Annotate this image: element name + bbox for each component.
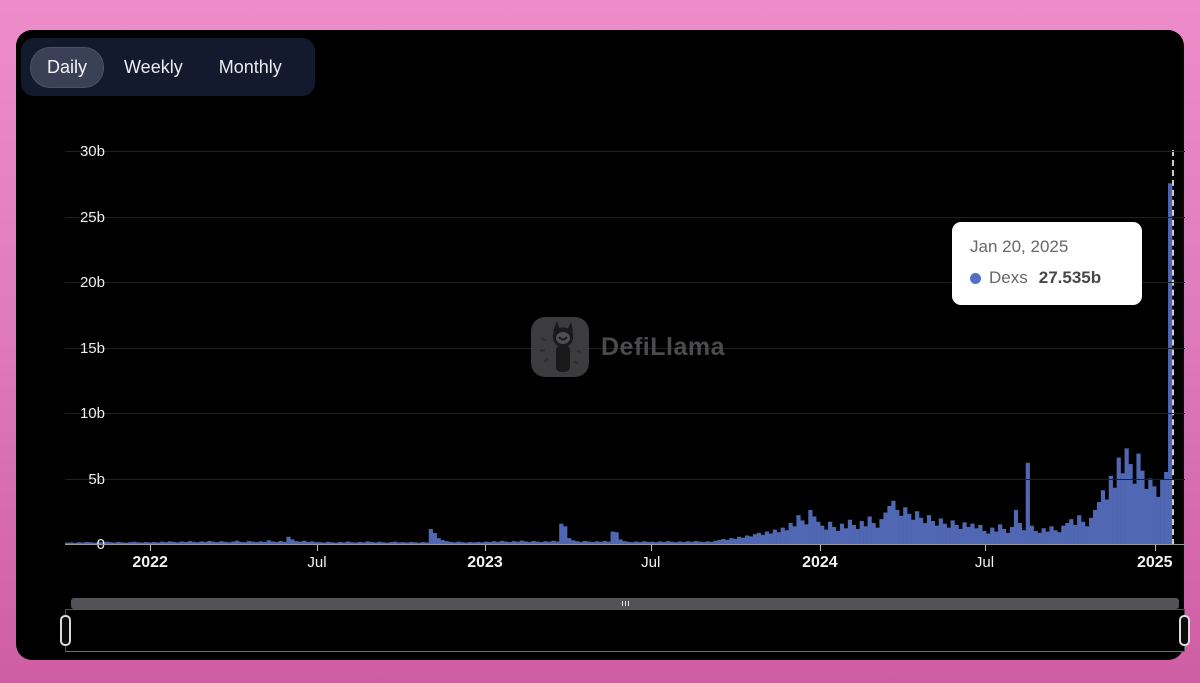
x-axis-tick — [317, 545, 318, 551]
plot-area[interactable]: 30b25b20b15b10b5b0 — [65, 151, 1185, 544]
y-axis-label: 10b — [35, 405, 105, 422]
x-axis-tick — [820, 545, 821, 551]
datazoom-scrollbar[interactable] — [71, 598, 1179, 609]
x-axis-tick — [1155, 545, 1156, 551]
y-axis-label: 30b — [35, 143, 105, 160]
dexs-volume-chart[interactable]: 30b25b20b15b10b5b0 2022 Jul 2023 Jul 2024 Jul… — [16, 30, 1184, 660]
x-axis-label: Jul — [641, 554, 660, 571]
tooltip-date: Jan 20, 2025 — [970, 237, 1124, 257]
x-axis-tick — [985, 545, 986, 551]
x-axis-label: 2024 — [802, 554, 838, 572]
gridline — [65, 479, 1185, 480]
x-axis-line — [65, 544, 1185, 545]
x-axis-label: 2022 — [132, 554, 168, 572]
y-axis-label: 20b — [35, 274, 105, 291]
chart-tooltip: Jan 20, 2025 Dexs 27.535b — [952, 222, 1142, 305]
x-axis-label: Jul — [975, 554, 994, 571]
y-axis-label: 15b — [35, 340, 105, 357]
y-axis-label: 25b — [35, 209, 105, 226]
datazoom-window[interactable] — [65, 609, 1185, 652]
x-axis-tick — [485, 545, 486, 551]
datazoom-left-handle[interactable] — [60, 615, 71, 646]
x-axis-label: 2025 — [1137, 554, 1173, 572]
x-axis-label: Jul — [307, 554, 326, 571]
gridline — [65, 151, 1185, 152]
grip-icon — [622, 601, 623, 606]
gridline — [65, 217, 1185, 218]
y-axis-label: 5b — [35, 471, 105, 488]
tooltip-series-value: 27.535b — [1039, 268, 1101, 288]
x-axis-label: 2023 — [467, 554, 503, 572]
x-axis-tick — [651, 545, 652, 551]
x-axis-tick — [150, 545, 151, 551]
chart-panel: DailyWeeklyMonthly 30b25b20b15b10b5b0 20… — [16, 30, 1184, 660]
series-dot-icon — [970, 273, 981, 284]
tooltip-series-name: Dexs — [989, 268, 1028, 288]
gridline — [65, 348, 1185, 349]
datazoom-right-handle[interactable] — [1179, 615, 1190, 646]
gridline — [65, 413, 1185, 414]
